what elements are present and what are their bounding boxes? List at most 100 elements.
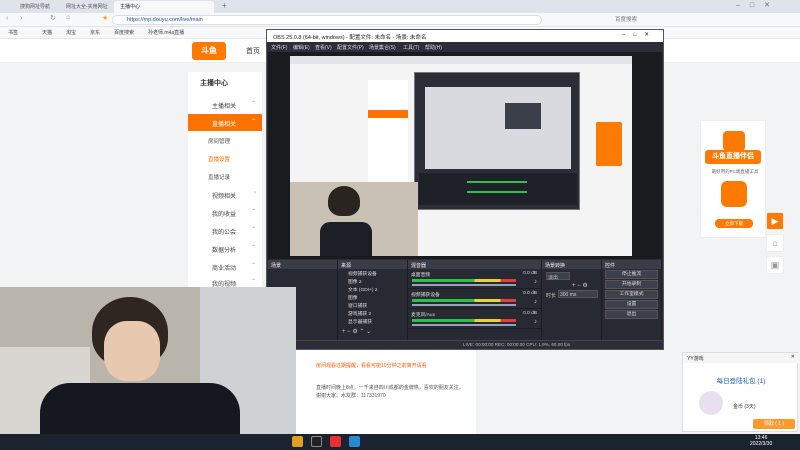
preview-person-hair [328,186,360,216]
settings-button[interactable]: 设置 [605,300,658,309]
obs-icon[interactable] [311,436,322,447]
home-icon[interactable]: ⌂ [66,14,70,21]
scenes-dock-title: 场景 [268,260,337,269]
promo-banner[interactable]: 最好用的PC端直播工具 立即下载 [700,120,766,238]
tab-sogou[interactable]: 搜狗网址导航 [14,1,56,13]
sidebar-subitem-records[interactable]: 直播记录 [188,168,262,185]
refresh-icon[interactable]: ↻ [50,14,56,22]
window-controls-icon[interactable]: –□✕ [622,32,657,38]
tab-hao[interactable]: 网址大全-实用网址 [60,1,112,13]
close-icon[interactable]: ✕ [791,354,795,360]
source-item[interactable]: 图像 [338,293,407,301]
notice-text: 房间观看过期提醒，看看可能10分钟之前离开请看 [316,363,427,369]
source-item[interactable]: 游戏捕获 2 [338,309,407,317]
studio-mode-button[interactable]: 工作室模式 [605,290,658,299]
sidebar-item-data[interactable]: 数据分析 ⌃ [188,240,262,257]
nested-logo-box [505,103,541,129]
favorite-star-icon[interactable]: ★ [102,14,108,22]
chevron-up-icon: ⌃ [250,245,256,251]
bookmark-item[interactable]: 淘宝 [66,29,76,36]
page-title[interactable]: 首页 [246,46,260,56]
chevron-up-icon: ⌃ [250,279,256,285]
obs-status-bar: LIVE: 00:00:00 REC: 00:00:00 CPU: 1.9%, … [267,340,663,349]
nested-meter [467,181,527,183]
url-text: https://mp.douyu.com/live/main [127,17,203,23]
clock[interactable]: 13:46 2022/3/30 [750,435,772,447]
speaker-icon[interactable]: ♪ [534,279,537,285]
tab-streamer-center[interactable]: 主播中心 [114,1,214,13]
exit-button[interactable]: 退出 [605,310,658,319]
sidebar-item-label: 商业活动 [212,266,237,272]
sidebar-item-label: 房间管理 [208,139,231,145]
volume-fader[interactable] [412,284,516,286]
controls-dock-title: 控件 [602,260,661,269]
sidebar-item-video[interactable]: 视频相关 › [188,186,262,203]
tab-label: 网址大全-实用网址 [66,4,108,10]
mixer-dock: 混音器 桌面音频 0.0 dB ♪ 视频捕获设备 0.0 dB ♪ 麦克风/Aux 0.0… [408,260,542,340]
speaker-icon[interactable]: ♪ [534,299,537,305]
speaker-icon[interactable]: ♪ [534,319,537,325]
bookmark-item[interactable]: 孙老师.m4a直播 [148,29,184,36]
weibo-icon[interactable] [330,436,341,447]
room-info-panel: 房间观看过期提醒，看看可能10分钟之前离开请看 直播时间晚上8点，一千来自四川成… [296,350,476,434]
new-tab-icon[interactable]: + [222,1,227,10]
menu-tools[interactable]: 工具(T) [403,44,419,51]
transition-select[interactable]: 淡出 [546,272,570,281]
sidebar-item-income[interactable]: 我的收益 ⌃ [188,204,262,221]
volume-meter [412,279,516,282]
mixer-dock-title: 混音器 [408,260,541,269]
menu-file[interactable]: 文件(F) [271,44,287,51]
bookmark-item[interactable]: 百度搜索 [114,29,134,36]
preview-nested-obs [414,72,580,210]
bookmark-item[interactable]: 京东 [90,29,100,36]
sidebar-item-business[interactable]: 商业活动 ⌃ [188,258,262,275]
tab-label: 主播中心 [120,4,141,10]
popup-title: 每日登陆礼包 (1) [716,378,766,385]
forward-icon[interactable]: › [20,15,22,22]
bookmark-item[interactable]: 天猫 [42,29,52,36]
sidebar-subitem-live-settings[interactable]: 直播设置 [188,150,262,167]
download-button[interactable]: 立即下载 [715,219,753,228]
claim-button[interactable]: 领取 ( 1 ) [753,419,795,429]
sidebar-item-streamer[interactable]: 主播相关 ⌃ [188,96,262,113]
stop-streaming-button[interactable]: 停止推流 [605,270,658,279]
back-icon[interactable]: ‹ [6,15,8,22]
source-item[interactable]: 视频捕获设备 [338,269,407,277]
play-icon[interactable]: ▶ [766,212,784,230]
sidebar-item-label: 直播设置 [208,157,231,163]
browser-tab-bar: 搜狗网址导航 网址大全-实用网址 主播中心 + –□✕ [0,0,800,13]
mixer-channel: 桌面音频 0.0 dB ♪ [408,269,541,289]
source-item[interactable]: 图像 2 [338,277,407,285]
menu-view[interactable]: 查看(V) [315,44,332,51]
sidebar-item-label: 我的公会 [212,230,237,236]
transitions-dock: 场景转换 淡出 + − ⚙ 时长 300 ms [542,260,602,340]
source-item[interactable]: 窗口捕获 [338,301,407,309]
sidebar-item-label: 我的收益 [212,212,237,218]
folder-icon[interactable] [292,436,303,447]
sidebar-item-guild[interactable]: 我的公会 ⌃ [188,222,262,239]
sidebar-subitem-room[interactable]: 房间管理 [188,132,262,149]
source-controls-icon[interactable]: + − ⚙ ⌃ ⌄ [342,328,371,335]
source-item[interactable]: 显示器捕获 [338,317,407,325]
duration-input[interactable]: 300 ms [558,290,598,298]
menu-scene-collection[interactable]: 场景集合(S) [369,44,396,51]
streamer-body [40,383,240,434]
douyu-logo[interactable]: 斗鱼 [192,42,226,60]
address-bar[interactable]: https://mp.douyu.com/live/main [112,15,542,25]
popup-desc: 金币 (3天) [733,404,756,410]
source-item[interactable]: 文本 (GDI+) 2 [338,285,407,293]
browser-icon[interactable] [349,436,360,447]
transition-add-remove-icon[interactable]: + − ⚙ [572,282,588,289]
volume-fader[interactable] [412,304,516,306]
app-icon[interactable]: ▣ [766,256,784,274]
window-controls-icon[interactable]: –□✕ [736,1,780,9]
menu-profile[interactable]: 配置文件(P) [337,44,364,51]
home-icon[interactable]: ⌂ [766,234,784,252]
bookmark-item[interactable]: 书签 [8,29,18,36]
start-recording-button[interactable]: 开始录制 [605,280,658,289]
menu-help[interactable]: 帮助(H) [425,44,442,51]
sidebar-item-live[interactable]: 直播相关 ⌃ [188,114,262,131]
search-box[interactable]: 百度搜索 [615,15,637,23]
menu-edit[interactable]: 编辑(E) [293,44,310,51]
volume-fader[interactable] [412,324,516,326]
